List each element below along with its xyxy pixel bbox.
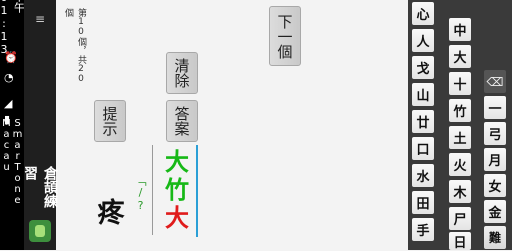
answer-hint-text: 「/? xyxy=(134,174,147,212)
key-ten[interactable]: 十 xyxy=(449,72,471,95)
status-time: 下午01:13 xyxy=(0,0,26,56)
key-moon[interactable]: 月 xyxy=(484,148,506,171)
key-mountain[interactable]: 山 xyxy=(412,83,434,106)
key-middle[interactable]: 中 xyxy=(449,18,471,41)
key-woman[interactable]: 女 xyxy=(484,174,506,197)
input-underline xyxy=(196,145,198,237)
answer-button[interactable]: 答案 xyxy=(166,100,198,142)
overflow-menu-icon[interactable]: ≡ xyxy=(32,10,48,28)
carrier-label: SmarTone Macau xyxy=(1,118,23,206)
key-heart[interactable]: 心 xyxy=(412,2,434,25)
key-water[interactable]: 水 xyxy=(412,164,434,187)
key-halberd[interactable]: 戈 xyxy=(412,56,434,79)
key-twenty[interactable]: 廿 xyxy=(412,110,434,133)
key-fire[interactable]: 火 xyxy=(449,153,471,176)
key-difficult[interactable]: 難 xyxy=(484,226,506,249)
clear-button[interactable]: 清除 xyxy=(166,52,198,94)
key-earth[interactable]: 土 xyxy=(449,126,471,149)
answer-input[interactable]: 大 竹 大 xyxy=(162,148,192,232)
key-corpse[interactable]: 尸 xyxy=(449,207,471,230)
question-character: 疼 xyxy=(97,197,125,229)
answer-char: 大 xyxy=(165,148,189,176)
action-bar: ≡ 倉頡練習 xyxy=(22,0,58,250)
key-big[interactable]: 大 xyxy=(449,45,471,68)
key-field[interactable]: 田 xyxy=(412,191,434,214)
key-hand[interactable]: 手 xyxy=(412,218,434,241)
next-button[interactable]: 下一個 xyxy=(269,6,301,66)
divider xyxy=(152,145,153,235)
signal-icon: ◢ xyxy=(4,97,13,110)
app-title: 倉頡練習 xyxy=(22,166,58,208)
key-mouth[interactable]: 口 xyxy=(412,137,434,160)
answer-char: 大 xyxy=(165,204,189,232)
progress-text: 第10個，共20個 xyxy=(63,8,86,84)
cangjie-keyboard: 心 人 戈 山 廿 口 水 田 手 中 大 十 竹 土 火 木 尸 日 ⌫ 一 … xyxy=(408,0,512,251)
hint-button[interactable]: 提示 xyxy=(94,100,126,142)
answer-char: 竹 xyxy=(165,176,189,204)
delete-key-icon[interactable]: ⌫ xyxy=(484,70,506,93)
app-logo-icon xyxy=(29,220,51,242)
key-one[interactable]: 一 xyxy=(484,96,506,119)
key-bow[interactable]: 弓 xyxy=(484,122,506,145)
key-gold[interactable]: 金 xyxy=(484,200,506,223)
alarm-icon: ⏰ xyxy=(4,51,18,64)
key-bamboo[interactable]: 竹 xyxy=(449,99,471,122)
key-wood[interactable]: 木 xyxy=(449,180,471,203)
key-person[interactable]: 人 xyxy=(412,29,434,52)
key-sun[interactable]: 日 xyxy=(449,232,471,251)
wifi-icon: ◔ xyxy=(4,71,14,84)
